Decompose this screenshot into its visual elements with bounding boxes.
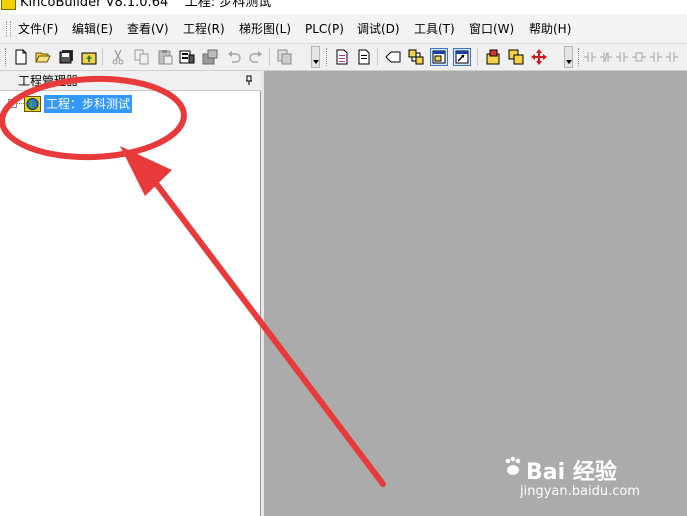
copy-icon[interactable] (133, 48, 151, 66)
new-file-icon[interactable] (12, 48, 30, 66)
cut-icon[interactable] (109, 48, 127, 66)
library-icon[interactable] (507, 48, 525, 66)
tree-item-label[interactable]: 工程：步科测试 (44, 95, 133, 113)
toolbar-overflow-button[interactable] (564, 46, 573, 68)
open-folder-icon[interactable] (34, 48, 52, 66)
toolbar-grip-icon[interactable] (5, 48, 8, 66)
upload-icon[interactable] (80, 48, 98, 66)
status-chart-icon[interactable] (453, 48, 471, 66)
arrow-tag-icon[interactable] (384, 48, 402, 66)
paste-icon[interactable] (156, 48, 174, 66)
app-logo-icon (1, 0, 16, 10)
undo-icon[interactable] (225, 48, 243, 66)
save-all-icon[interactable] (57, 48, 75, 66)
menu-view[interactable]: 查看(V) (127, 21, 169, 37)
menu-debug[interactable]: 调试(D) (357, 21, 400, 37)
compile-icon[interactable] (201, 48, 219, 66)
project-panel: 工程管理器 工程：步科测试 (0, 71, 261, 516)
tree-item-project[interactable]: 工程：步科测试 (6, 95, 256, 113)
title-bar: KincoBuilder V8.1.0.64 工程: 步科测试 (0, 0, 687, 14)
menu-file[interactable]: 文件(F) (18, 21, 58, 37)
toolbar-grip-icon[interactable] (578, 48, 581, 66)
toolbar-separator (377, 48, 378, 66)
menubar-grip-icon[interactable] (6, 21, 11, 37)
toolbar-separator (477, 48, 478, 66)
menu-project[interactable]: 工程(R) (183, 21, 225, 37)
workspace-area (264, 71, 687, 516)
toolbar-overflow-button[interactable] (311, 46, 320, 68)
document-icon[interactable] (333, 48, 351, 66)
toolbar (0, 44, 687, 71)
menu-ladder[interactable]: 梯形图(L) (239, 21, 291, 37)
menu-bar: 文件(F) 编辑(E) 查看(V) 工程(R) 梯形图(L) PLC(P) 调试… (0, 14, 687, 44)
expand-plus-icon[interactable] (8, 99, 17, 108)
page-icon[interactable] (355, 48, 373, 66)
menu-tools[interactable]: 工具(T) (414, 21, 455, 37)
contact-icon[interactable] (584, 48, 684, 66)
toolbar-grip-icon[interactable] (326, 48, 329, 66)
download-icon[interactable] (178, 48, 196, 66)
menu-help[interactable]: 帮助(H) (529, 21, 571, 37)
wizard-icon[interactable] (484, 48, 502, 66)
project-globe-icon (24, 96, 41, 112)
monitor-icon[interactable] (430, 48, 448, 66)
window-title: KincoBuilder V8.1.0.64 工程: 步科测试 (20, 0, 272, 10)
redo-icon[interactable] (247, 48, 265, 66)
tree-connector (17, 103, 24, 104)
project-panel-header: 工程管理器 (0, 71, 261, 91)
pin-icon[interactable] (244, 75, 254, 85)
find-icon[interactable] (276, 48, 294, 66)
menu-edit[interactable]: 编辑(E) (72, 21, 113, 37)
move-icon[interactable] (530, 48, 548, 66)
menu-window[interactable]: 窗口(W) (469, 21, 514, 37)
toolbar-separator (102, 48, 103, 66)
toolbar-separator (269, 48, 270, 66)
project-panel-title: 工程管理器 (18, 74, 79, 88)
network-icon[interactable] (407, 48, 425, 66)
menu-plc[interactable]: PLC(P) (305, 21, 344, 37)
